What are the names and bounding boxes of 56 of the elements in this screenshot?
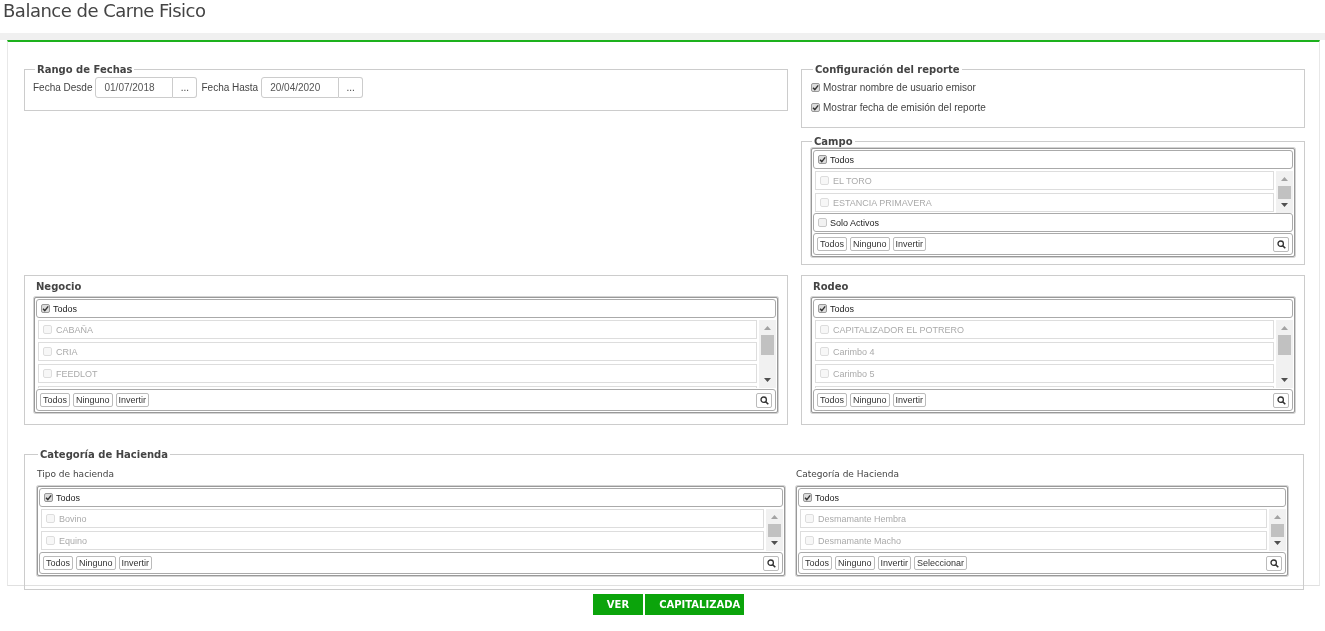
list-action-button[interactable]: Seleccionar	[914, 556, 968, 570]
page-title: Balance de Carne Fisico	[2, 0, 207, 23]
date-picker-button[interactable]: ...	[173, 77, 198, 98]
checkbox-option[interactable]: Mostrar nombre de usuario emisor	[811, 77, 1296, 97]
list-action-button[interactable]: Invertir	[115, 393, 150, 407]
list-action-button[interactable]: Invertir	[892, 237, 927, 251]
date-picker-button[interactable]: ...	[339, 77, 364, 98]
list-action-button[interactable]: Ninguno	[835, 556, 875, 570]
checkbox-option[interactable]: Mostrar fecha de emisión del reporte	[811, 97, 1296, 117]
date-field[interactable]: 20/04/2020	[261, 77, 340, 98]
checkbox[interactable]	[803, 493, 812, 502]
checkbox[interactable]	[41, 304, 50, 313]
group-title: Rango de Fechas	[36, 64, 134, 75]
list-action-button[interactable]: Invertir	[892, 393, 927, 407]
checkbox[interactable]	[811, 102, 820, 112]
date-field[interactable]: 01/07/2018	[95, 77, 174, 98]
group-title: Categoría de Hacienda	[39, 449, 169, 460]
scrollbar[interactable]	[1269, 509, 1286, 551]
search-button[interactable]	[1273, 392, 1289, 408]
list-action-button[interactable]: Ninguno	[76, 556, 116, 570]
group-title: Campo	[813, 136, 854, 147]
search-button[interactable]	[763, 555, 779, 571]
search-button[interactable]	[1266, 555, 1282, 571]
list-action-button[interactable]: Ninguno	[850, 237, 890, 251]
checkbox[interactable]	[818, 304, 827, 313]
select-all-option[interactable]: Todos	[39, 488, 783, 507]
list-label: Categoría de Hacienda	[795, 468, 900, 481]
list-action-button[interactable]: Invertir	[118, 556, 153, 570]
scrollbar[interactable]	[766, 509, 783, 551]
scrollbar[interactable]	[1276, 320, 1293, 388]
checkbox[interactable]	[818, 155, 827, 164]
list-label: Tipo de hacienda	[36, 468, 116, 481]
select-all-option[interactable]: Todos	[798, 488, 1286, 507]
list-action-button[interactable]: Todos	[43, 556, 74, 570]
group-title: Configuración del reporte	[814, 64, 961, 75]
list-action-button[interactable]: Ninguno	[850, 393, 890, 407]
checkbox[interactable]	[44, 493, 53, 502]
select-all-option[interactable]: Todos	[813, 299, 1293, 318]
search-button[interactable]	[1273, 236, 1289, 252]
search-button[interactable]	[756, 392, 772, 408]
list-action-button[interactable]: Invertir	[877, 556, 912, 570]
field-label: Fecha Desde	[33, 82, 93, 93]
list-action-button[interactable]: Todos	[817, 237, 848, 251]
group-title: Negocio	[35, 280, 83, 294]
scrollbar[interactable]	[759, 320, 776, 388]
list-action-button[interactable]: Todos	[40, 393, 71, 407]
list-action-button[interactable]: Todos	[817, 393, 848, 407]
filter-option[interactable]: Solo Activos	[813, 213, 1293, 232]
select-all-option[interactable]: Todos	[36, 299, 776, 318]
select-all-option[interactable]: Todos	[813, 150, 1293, 169]
scrollbar[interactable]	[1276, 171, 1293, 213]
checkbox[interactable]	[811, 82, 820, 92]
field-label: Fecha Hasta	[201, 82, 259, 93]
list-action-button[interactable]: Todos	[802, 556, 833, 570]
group-title: Rodeo	[812, 280, 850, 294]
list-action-button[interactable]: Ninguno	[73, 393, 113, 407]
